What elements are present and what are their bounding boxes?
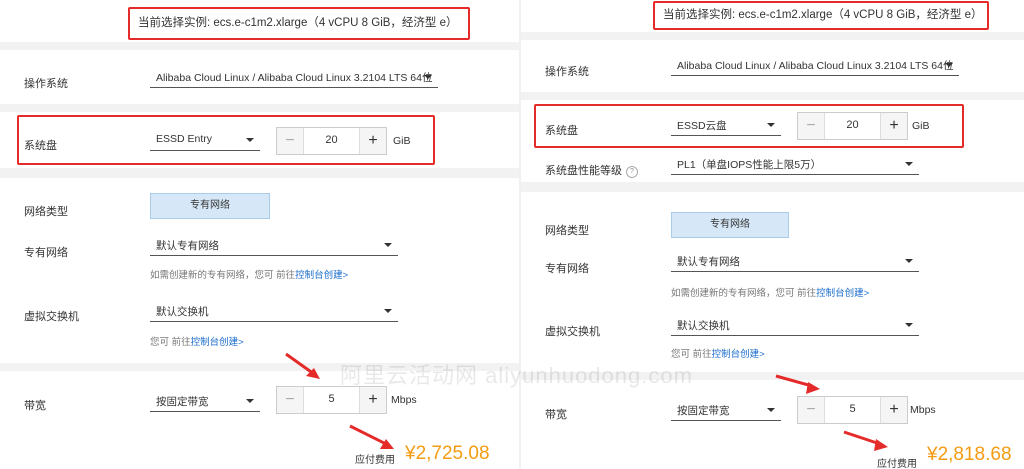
disk-perf-label: 系统盘性能等级? [545, 162, 638, 178]
plus-icon[interactable]: + [880, 397, 907, 423]
chevron-down-icon [905, 162, 913, 166]
plus-icon[interactable]: + [359, 128, 386, 154]
disk-size-stepper[interactable]: − 20 + [276, 127, 387, 155]
minus-icon[interactable]: − [798, 397, 825, 423]
disk-type-select[interactable]: ESSD Entry [150, 129, 260, 151]
bandwidth-value[interactable]: 5 [303, 393, 360, 405]
bandwidth-value[interactable]: 5 [824, 403, 881, 415]
disk-unit: GiB [393, 135, 411, 147]
vpc-select-value: 默认专有网络 [156, 240, 219, 252]
bandwidth-unit: Mbps [391, 394, 417, 406]
disk-type-value: ESSD Entry [156, 133, 213, 145]
vswitch-help-text: 您可 前往控制台创建> [150, 334, 244, 348]
red-arrow-icon [843, 430, 888, 451]
disk-unit: GiB [912, 120, 930, 132]
disk-label: 系统盘 [545, 125, 578, 137]
disk-size-value[interactable]: 20 [824, 119, 881, 131]
os-select[interactable]: Alibaba Cloud Linux / Alibaba Cloud Linu… [150, 66, 438, 88]
watermark-text: 阿里云活动网 aliyunhuodong.com [340, 363, 693, 388]
bandwidth-mode-value: 按固定带宽 [156, 396, 209, 408]
price-value: ¥2,725.08 [405, 443, 490, 464]
os-select-value: Alibaba Cloud Linux / Alibaba Cloud Linu… [156, 72, 433, 84]
minus-icon[interactable]: − [798, 113, 825, 139]
chevron-down-icon [424, 75, 432, 79]
bandwidth-stepper[interactable]: − 5 + [276, 386, 387, 414]
red-arrow-icon [775, 374, 820, 394]
network-type-label: 网络类型 [24, 206, 68, 218]
vpc-console-link[interactable]: 控制台创建> [816, 288, 869, 299]
vswitch-label: 虚拟交换机 [24, 311, 79, 323]
disk-perf-label-text: 系统盘性能等级 [545, 165, 622, 177]
chevron-down-icon [945, 63, 953, 67]
bandwidth-mode-select[interactable]: 按固定带宽 [671, 399, 781, 421]
disk-label: 系统盘 [24, 140, 57, 152]
network-type-label: 网络类型 [545, 225, 589, 237]
vswitch-select-value: 默认交换机 [156, 306, 209, 318]
os-select-value: Alibaba Cloud Linux / Alibaba Cloud Linu… [677, 60, 954, 72]
plus-icon[interactable]: + [359, 387, 386, 413]
disk-perf-select-value: PL1（单盘IOPS性能上限5万） [677, 159, 822, 171]
price-value: ¥2,818.68 [927, 444, 1012, 465]
os-label: 操作系统 [24, 78, 68, 90]
bandwidth-label: 带宽 [545, 409, 567, 421]
disk-size-stepper[interactable]: − 20 + [797, 112, 908, 140]
plus-icon[interactable]: + [880, 113, 907, 139]
disk-type-value: ESSD云盘 [677, 120, 727, 132]
os-select[interactable]: Alibaba Cloud Linux / Alibaba Cloud Linu… [671, 54, 959, 76]
red-arrow-icon [285, 352, 320, 379]
vpc-help-text: 如需创建新的专有网络，您可 前往控制台创建> [671, 285, 869, 299]
vpc-help-text: 如需创建新的专有网络，您可 前往控制台创建> [150, 267, 348, 281]
os-label: 操作系统 [545, 66, 589, 78]
disk-type-select[interactable]: ESSD云盘 [671, 114, 781, 136]
vswitch-select[interactable]: 默认交换机 [150, 300, 398, 322]
chevron-down-icon [246, 138, 254, 142]
chevron-down-icon [767, 408, 775, 412]
chevron-down-icon [246, 399, 254, 403]
section-gap [0, 104, 520, 112]
chevron-down-icon [905, 259, 913, 263]
right-config-panel: 当前选择实例: ecs.e-c1m2.xlarge（4 vCPU 8 GiB，经… [521, 0, 1024, 469]
vswitch-select[interactable]: 默认交换机 [671, 314, 919, 336]
vswitch-console-link[interactable]: 控制台创建> [712, 349, 765, 360]
vswitch-console-link[interactable]: 控制台创建> [191, 337, 244, 348]
vpc-help-prefix: 如需创建新的专有网络，您可 前往 [150, 270, 296, 281]
minus-icon[interactable]: − [277, 387, 304, 413]
vswitch-label: 虚拟交换机 [545, 326, 600, 338]
vpc-select-value: 默认专有网络 [677, 256, 740, 268]
disk-perf-select[interactable]: PL1（单盘IOPS性能上限5万） [671, 153, 919, 175]
chevron-down-icon [384, 309, 392, 313]
network-type-vpc-button[interactable]: 专有网络 [671, 212, 789, 238]
section-gap [0, 168, 520, 178]
bandwidth-unit: Mbps [910, 404, 936, 416]
vswitch-select-value: 默认交换机 [677, 320, 730, 332]
vpc-console-link[interactable]: 控制台创建> [295, 270, 348, 281]
price-label: 应付费用 [355, 455, 395, 466]
chevron-down-icon [767, 123, 775, 127]
vpc-select[interactable]: 默认专有网络 [671, 250, 919, 272]
left-config-panel: 当前选择实例: ecs.e-c1m2.xlarge（4 vCPU 8 GiB，经… [0, 0, 520, 469]
help-question-icon[interactable]: ? [626, 166, 638, 178]
chevron-down-icon [905, 323, 913, 327]
vswitch-help-prefix: 您可 前往 [150, 337, 191, 348]
bandwidth-mode-value: 按固定带宽 [677, 405, 730, 417]
vpc-help-prefix: 如需创建新的专有网络，您可 前往 [671, 288, 817, 299]
vpc-select[interactable]: 默认专有网络 [150, 234, 398, 256]
current-instance-text: 当前选择实例: ecs.e-c1m2.xlarge（4 vCPU 8 GiB，经… [138, 17, 458, 29]
price-label: 应付费用 [877, 459, 917, 469]
section-gap [0, 42, 520, 50]
bandwidth-mode-select[interactable]: 按固定带宽 [150, 390, 260, 412]
section-gap [521, 182, 1024, 192]
vpc-label: 专有网络 [24, 247, 68, 259]
section-gap [521, 32, 1024, 40]
minus-icon[interactable]: − [277, 128, 304, 154]
disk-size-value[interactable]: 20 [303, 134, 360, 146]
chevron-down-icon [384, 243, 392, 247]
bandwidth-label: 带宽 [24, 400, 46, 412]
section-gap [521, 92, 1024, 100]
vpc-label: 专有网络 [545, 263, 589, 275]
bandwidth-stepper[interactable]: − 5 + [797, 396, 908, 424]
red-arrow-icon [349, 424, 394, 449]
current-instance-text: 当前选择实例: ecs.e-c1m2.xlarge（4 vCPU 8 GiB，经… [663, 9, 983, 21]
network-type-vpc-button[interactable]: 专有网络 [150, 193, 270, 219]
